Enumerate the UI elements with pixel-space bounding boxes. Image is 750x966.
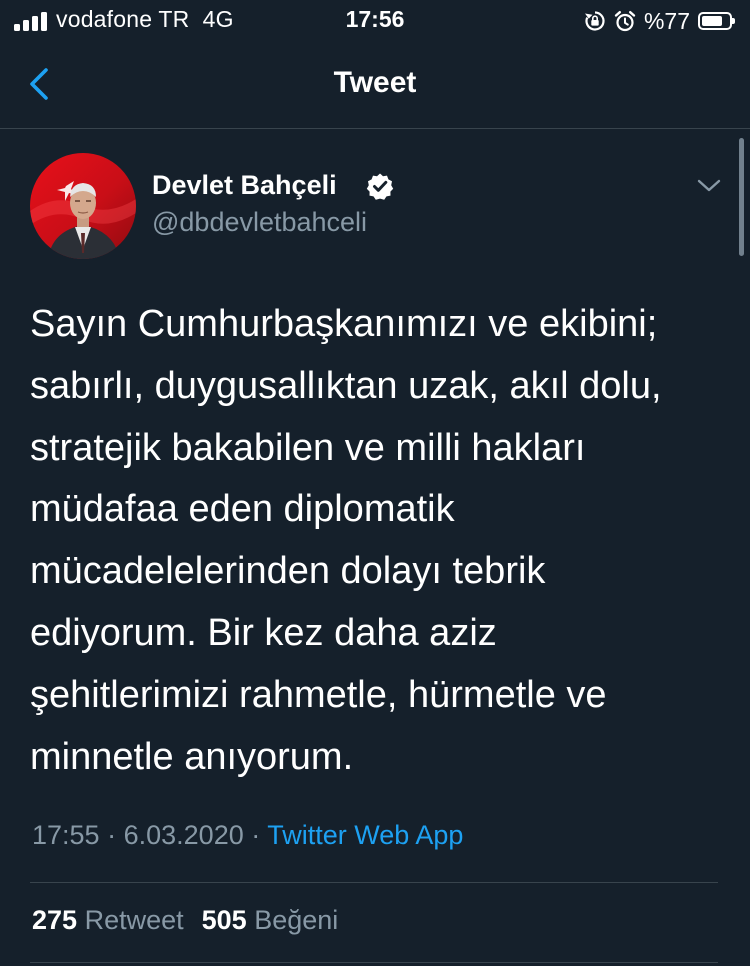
meta-separator: · [251, 820, 261, 850]
author-name[interactable]: Devlet Bahçeli [152, 170, 337, 201]
likes-stat[interactable]: 505 Beğeni [202, 905, 339, 935]
tweet-text-line: Sayın Cumhurbaşkanımızı ve ekibini; [30, 303, 658, 345]
tweet-stats: 275 Retweet 505 Beğeni [32, 905, 338, 936]
tweet-time: 17:55 [32, 820, 100, 850]
tweet-text-line: şehitlerimizi rahmetle, hürmetle ve [30, 673, 607, 716]
battery-icon [698, 12, 735, 30]
like-count: 505 [201, 905, 247, 935]
author-avatar[interactable] [30, 153, 136, 259]
scroll-indicator [739, 138, 744, 256]
tweet-text-line: minnetle anıyorum. [30, 735, 354, 778]
avatar-image [30, 153, 136, 259]
battery-percentage: %77 [643, 7, 690, 34]
chevron-down-icon [697, 179, 721, 192]
tweet-text: Sayın Cumhurbaşkanımızı ve ekibini; sabı… [30, 294, 720, 788]
divider [30, 962, 718, 963]
retweet-label: Retweet [84, 905, 184, 935]
tweet-text-line: stratejik bakabilen ve milli hakları [30, 426, 586, 469]
alarm-icon [614, 11, 636, 32]
tweet-text-line: ediyorum. Bir kez daha aziz [30, 611, 497, 654]
tweet-metadata: 17:55 · 6.03.2020 · Twitter Web App [32, 820, 463, 851]
tweet-source-link[interactable]: Twitter Web App [267, 820, 463, 850]
page-title: Tweet [333, 66, 417, 99]
retweets-stat[interactable]: 275 Retweet [32, 905, 184, 935]
tweet-text-line: mücadelelerinden dolayı tebrik [30, 550, 546, 593]
meta-separator: · [107, 820, 117, 850]
tweet-text-line: sabırlı, duygusallıktan uzak, akıl dolu, [30, 364, 662, 407]
tweet-options-button[interactable] [694, 174, 724, 198]
status-right: %77 [584, 6, 735, 36]
retweet-count: 275 [32, 905, 78, 935]
status-bar: vodafone TR 4G 17:56 %77 [0, 0, 750, 44]
like-label: Beğeni [254, 905, 339, 935]
navigation-bar: Tweet [0, 50, 750, 129]
verified-badge-icon [366, 173, 394, 200]
rotation-lock-icon [584, 11, 605, 31]
tweet-text-line: müdafaa eden diplomatik [30, 488, 455, 531]
author-handle[interactable]: @dbdevletbahceli [152, 207, 367, 238]
battery-fill [702, 16, 723, 26]
divider [30, 882, 718, 883]
tweet-date: 6.03.2020 [123, 820, 244, 850]
